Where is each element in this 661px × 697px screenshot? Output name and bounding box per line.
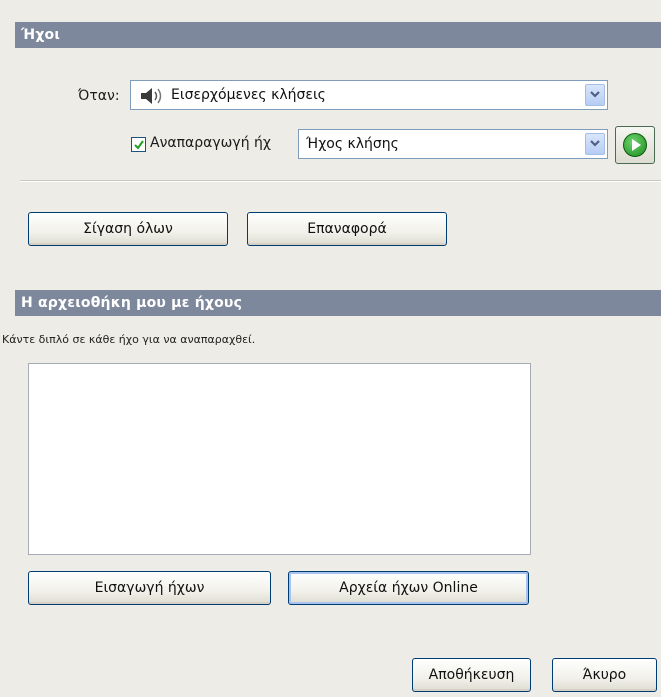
speaker-icon xyxy=(141,88,162,104)
sound-select[interactable]: Ήχος κλήσης xyxy=(298,129,608,159)
play-sound-button[interactable] xyxy=(615,126,655,164)
sound-select-dropdown-arrow[interactable] xyxy=(585,133,605,155)
play-sound-checkbox[interactable] xyxy=(131,137,146,152)
sounds-section-title: Ήχοι xyxy=(21,27,61,43)
sound-library-hint: Κάντε διπλό σε κάθε ήχο για να αναπαραχθ… xyxy=(2,333,256,346)
sounds-section-header: Ήχοι xyxy=(15,22,661,48)
sounds-settings-panel: Ήχοι Όταν: Εισερχόμενες κλήσεις Αναπαραγ… xyxy=(0,0,661,697)
checkmark-icon xyxy=(134,140,144,150)
sound-library-section-title: Η αρχειοθήκη μου με ήχους xyxy=(21,295,243,311)
chevron-down-icon xyxy=(590,91,600,98)
when-label: Όταν: xyxy=(78,88,120,104)
event-select[interactable]: Εισερχόμενες κλήσεις xyxy=(130,80,608,110)
sound-select-value: Ήχος κλήσης xyxy=(306,136,399,152)
sound-library-list[interactable] xyxy=(28,363,531,555)
section-divider xyxy=(20,180,661,182)
cancel-button[interactable]: Άκυρο xyxy=(552,658,657,692)
play-sound-label: Αναπαραγωγή ήχ xyxy=(150,135,271,151)
play-icon xyxy=(623,133,647,157)
online-sounds-button[interactable]: Αρχεία ήχων Online xyxy=(288,571,529,605)
save-button[interactable]: Αποθήκευση xyxy=(412,658,531,692)
mute-all-button[interactable]: Σίγαση όλων xyxy=(28,212,228,246)
event-select-dropdown-arrow[interactable] xyxy=(585,84,605,106)
chevron-down-icon xyxy=(590,140,600,147)
sound-library-section-header: Η αρχειοθήκη μου με ήχους xyxy=(15,290,661,316)
reset-button[interactable]: Επαναφορά xyxy=(247,212,447,246)
event-select-value: Εισερχόμενες κλήσεις xyxy=(171,87,326,103)
import-sounds-button[interactable]: Εισαγωγή ήχων xyxy=(28,571,271,605)
